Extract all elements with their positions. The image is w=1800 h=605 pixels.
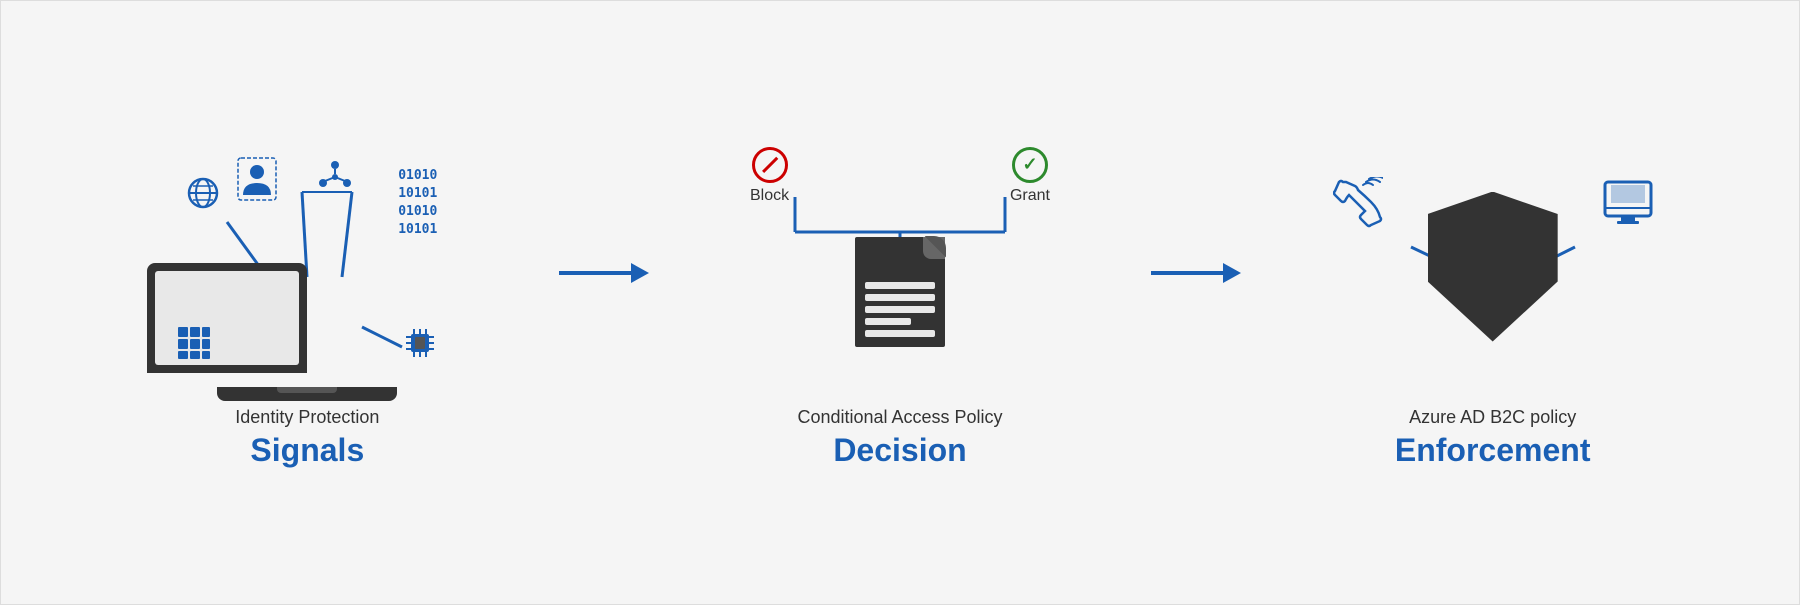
decision-section: Block Grant [654,137,1147,469]
diagram-container: 01010101010101010101 [1,1,1799,604]
decision-sub-label: Conditional Access Policy [797,407,1002,428]
doc-lines [865,282,935,337]
laptop-icon [147,263,307,373]
doc-line-1 [865,282,935,289]
enforcement-section: Azure AD B2C policy Enforcement [1246,137,1739,469]
document-icon [855,237,945,347]
grant-item: Grant [1010,147,1050,205]
doc-corner [923,237,945,259]
grant-icon [1012,147,1048,183]
doc-line-2 [865,294,935,301]
decision-icon-area: Block Grant [654,137,1147,397]
enforcement-sub-label: Azure AD B2C policy [1409,407,1576,428]
doc-line-5 [865,330,935,337]
arrow-2 [1146,258,1246,288]
monitor-icon [1603,177,1653,235]
doc-line-3 [865,306,935,313]
arrow-1 [554,258,654,288]
enforcement-labels: Azure AD B2C policy Enforcement [1395,407,1591,469]
person-icon [237,157,277,207]
block-grant-row: Block Grant [740,147,1060,205]
grid-icon [177,326,211,367]
binary-icon: 01010101010101010101 [398,167,437,240]
enforcement-main-label: Enforcement [1395,432,1591,469]
signals-sub-label: Identity Protection [235,407,379,428]
globe-icon [187,177,219,216]
doc-line-4 [865,318,911,325]
grant-label: Grant [1010,187,1050,205]
block-label: Block [750,187,789,205]
decision-illustration: Block Grant [740,147,1060,387]
chip-icon [403,326,437,367]
signals-main-label: Signals [250,432,364,469]
shield-icon [1428,192,1558,342]
network-icon [317,157,353,199]
laptop-base [217,387,397,401]
phone-icon [1333,177,1383,247]
signals-section: 01010101010101010101 [61,137,554,469]
enforcement-illustration [1353,147,1633,387]
block-item: Block [750,147,789,205]
signals-icon-area: 01010101010101010101 [61,137,554,397]
signals-labels: Identity Protection Signals [235,407,379,469]
decision-labels: Conditional Access Policy Decision [797,407,1002,469]
signals-illustration: 01010101010101010101 [167,147,447,387]
enforcement-icon-area [1246,137,1739,397]
block-icon [752,147,788,183]
decision-main-label: Decision [833,432,966,469]
